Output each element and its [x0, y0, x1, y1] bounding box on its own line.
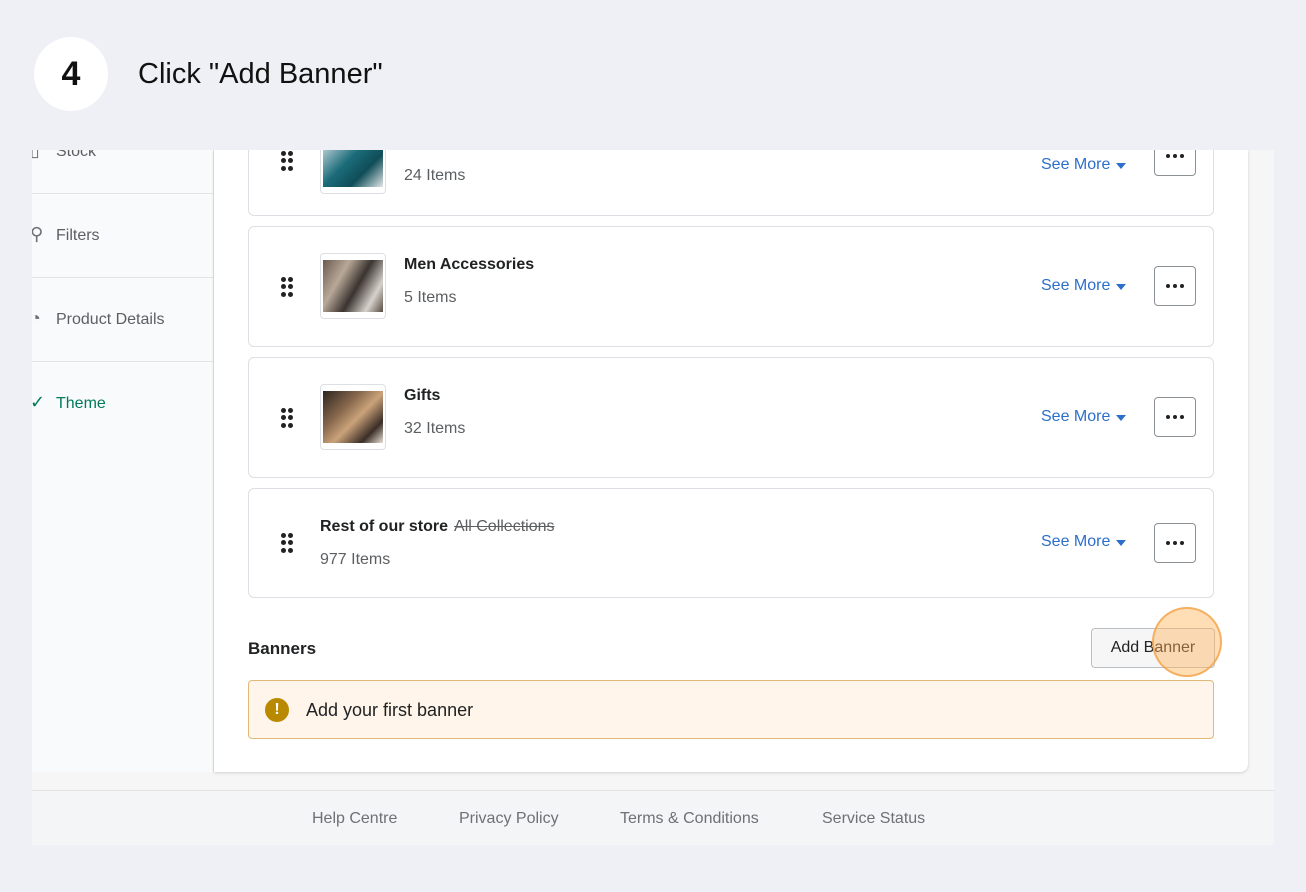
collection-row: Rest of our store All Collections 977 Ite… — [248, 488, 1214, 598]
warning-icon: ! — [265, 698, 289, 722]
more-actions-button[interactable] — [1154, 266, 1196, 306]
see-more-label: See More — [1041, 156, 1111, 173]
sidebar-item-filters[interactable]: ⚲ Filters — [32, 194, 213, 278]
see-more-link[interactable]: See More — [1041, 408, 1127, 426]
footer-link-terms[interactable]: Terms & Conditions — [620, 810, 759, 828]
caret-down-icon — [1116, 163, 1127, 169]
collection-thumbnail — [320, 253, 386, 319]
sidebar-item-label: Filters — [56, 227, 100, 244]
collection-title: Men Accessories — [404, 256, 535, 273]
footer-link-service-status[interactable]: Service Status — [822, 810, 925, 828]
sidebar-item-label: Theme — [56, 395, 106, 412]
collection-thumbnail — [320, 384, 386, 450]
collection-title-text: Rest of our store — [320, 518, 449, 535]
banners-heading: Banners — [248, 639, 317, 658]
drag-handle-icon[interactable] — [281, 151, 293, 171]
sidebar: ▯ Stock ⚲ Filters ◔ Product Details ✓ Th… — [32, 150, 214, 772]
collection-item-count: 32 Items — [404, 420, 466, 437]
more-actions-button[interactable] — [1154, 397, 1196, 437]
collection-thumbnail — [320, 150, 386, 194]
filter-icon: ⚲ — [32, 224, 44, 244]
ellipsis-icon — [1166, 541, 1170, 545]
footer-link-help-centre[interactable]: Help Centre — [312, 810, 397, 828]
see-more-label: See More — [1041, 277, 1111, 294]
sidebar-item-label: Product Details — [56, 311, 165, 328]
collection-subtitle: All Collections — [454, 518, 555, 535]
app-viewport: ▯ Stock ⚲ Filters ◔ Product Details ✓ Th… — [32, 150, 1274, 845]
collection-title: Gifts — [404, 387, 441, 404]
drag-handle-icon[interactable] — [281, 533, 293, 553]
drag-handle-icon[interactable] — [281, 408, 293, 428]
caret-down-icon — [1116, 540, 1127, 546]
theme-settings-card: 24 Items See More Men Accessories 5 Item… — [214, 150, 1248, 772]
ellipsis-icon — [1166, 154, 1170, 158]
sidebar-item-stock[interactable]: ▯ Stock — [32, 150, 213, 194]
collection-row: 24 Items See More — [248, 150, 1214, 216]
sidebar-item-theme[interactable]: ✓ Theme — [32, 362, 213, 446]
ellipsis-icon — [1166, 284, 1170, 288]
footer: Help Centre Privacy Policy Terms & Condi… — [32, 790, 1274, 845]
collection-item-count: 24 Items — [404, 167, 466, 184]
collection-item-count: 5 Items — [404, 289, 457, 306]
ellipsis-icon — [1166, 415, 1170, 419]
sidebar-item-label: Stock — [56, 150, 97, 160]
empty-banner-notice: ! Add your first banner — [248, 680, 1214, 739]
click-highlight-marker — [1152, 607, 1222, 677]
see-more-link[interactable]: See More — [1041, 533, 1127, 551]
more-actions-button[interactable] — [1154, 523, 1196, 563]
brush-icon: ✓ — [32, 392, 46, 412]
step-header: 4 Click "Add Banner" — [0, 0, 1306, 150]
collection-row: Gifts 32 Items See More — [248, 357, 1214, 478]
collection-row: Men Accessories 5 Items See More — [248, 226, 1214, 347]
footer-link-privacy-policy[interactable]: Privacy Policy — [459, 810, 559, 828]
stock-icon: ▯ — [32, 150, 40, 160]
sidebar-item-product-details[interactable]: ◔ Product Details — [32, 278, 213, 362]
more-actions-button[interactable] — [1154, 150, 1196, 176]
collection-title: Rest of our store All Collections — [320, 518, 555, 536]
caret-down-icon — [1116, 415, 1127, 421]
tag-icon: ◔ — [32, 308, 41, 328]
see-more-link[interactable]: See More — [1041, 277, 1127, 295]
collection-item-count: 977 Items — [320, 551, 391, 568]
notice-text: Add your first banner — [306, 700, 474, 720]
caret-down-icon — [1116, 284, 1127, 290]
step-title: Click "Add Banner" — [138, 58, 383, 90]
see-more-label: See More — [1041, 533, 1111, 550]
step-number: 4 — [34, 37, 108, 111]
see-more-label: See More — [1041, 408, 1111, 425]
drag-handle-icon[interactable] — [281, 277, 293, 297]
see-more-link[interactable]: See More — [1041, 156, 1127, 174]
